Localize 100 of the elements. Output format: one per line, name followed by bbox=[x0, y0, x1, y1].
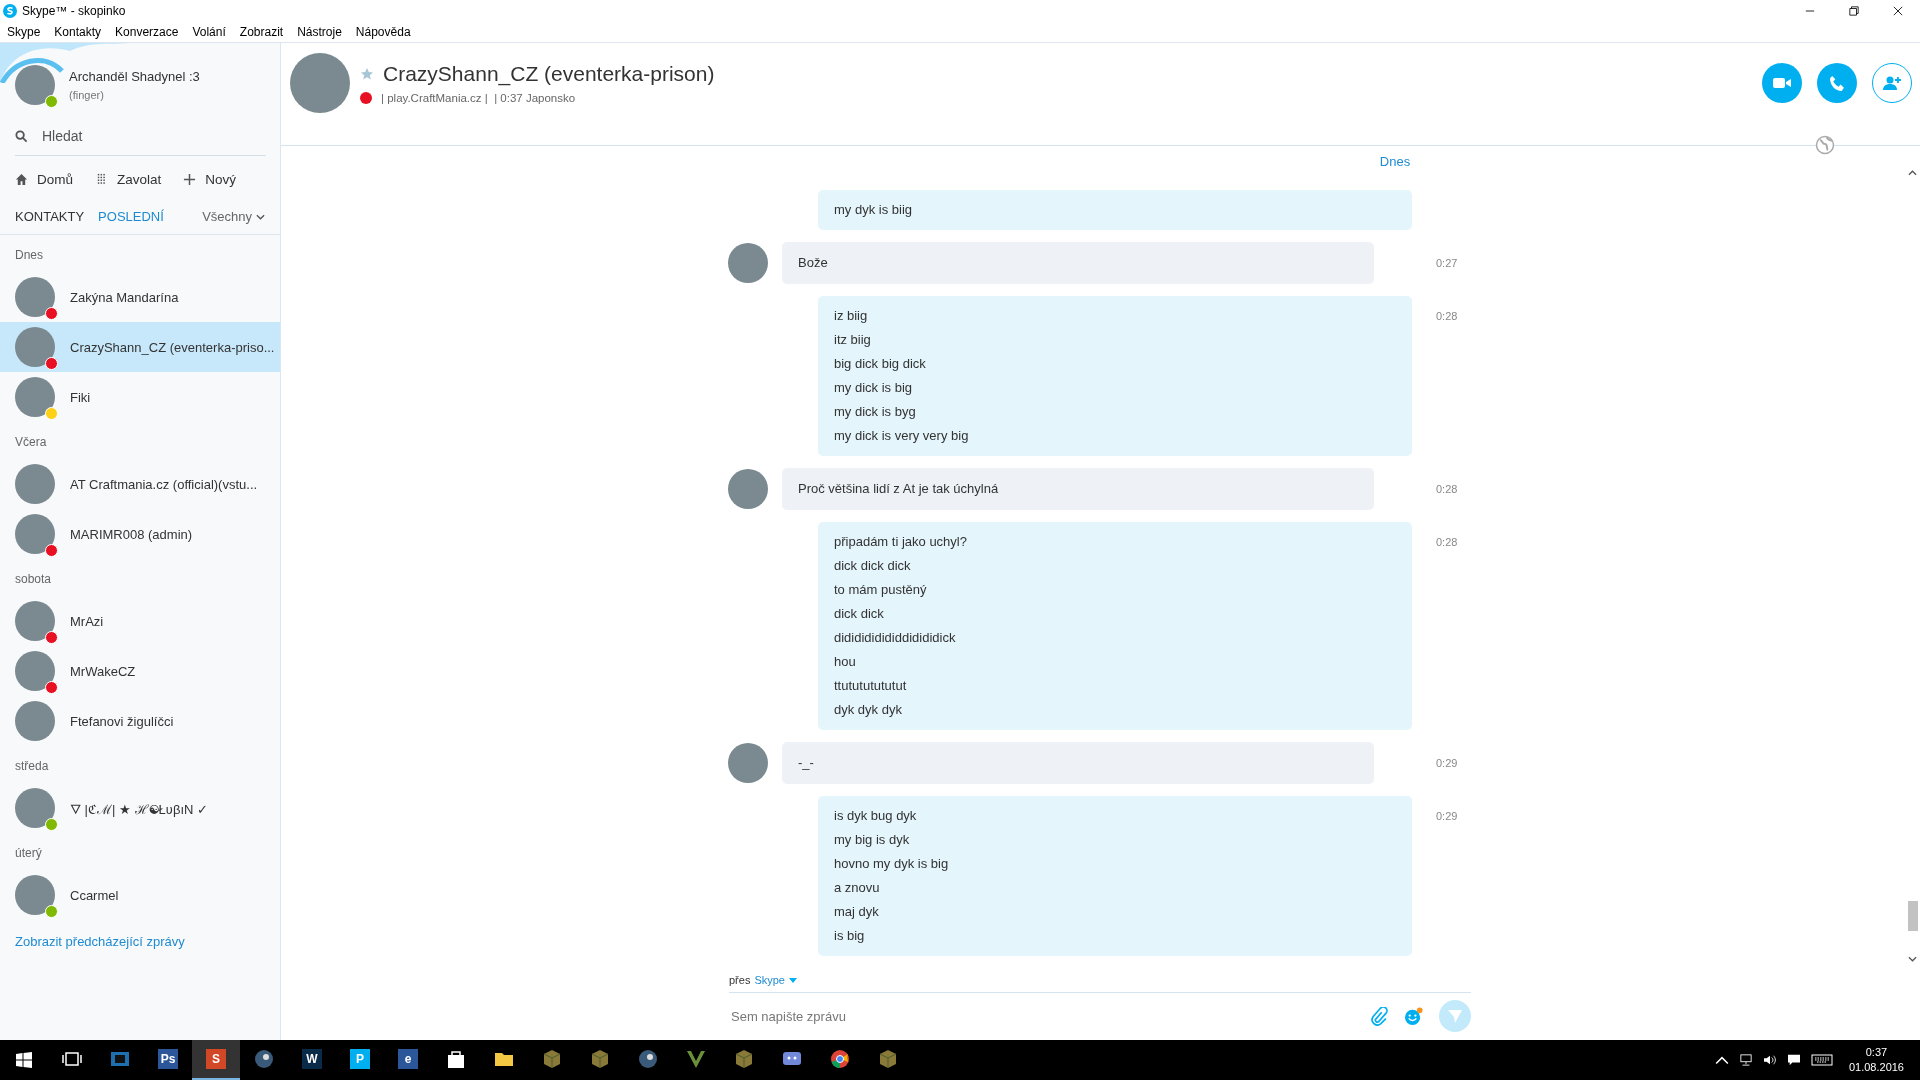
avatar-photo bbox=[15, 701, 55, 741]
avatar-photo[interactable] bbox=[15, 65, 55, 105]
menu-item[interactable]: Kontakty bbox=[54, 25, 102, 39]
taskbar-app[interactable]: Ps bbox=[144, 1040, 192, 1080]
message-text: hovno my dyk is big bbox=[834, 855, 950, 873]
tab[interactable]: POSLEDNÍ bbox=[98, 209, 164, 224]
contact-item[interactable]: MARIMR008 (admin) bbox=[0, 509, 280, 559]
message-text: ttutututututut bbox=[834, 677, 908, 695]
show-previous-link[interactable]: Zobrazit předcházející zprávy bbox=[0, 920, 280, 963]
cube-icon bbox=[734, 1049, 754, 1069]
contact-item[interactable]: Zakýna Mandarína bbox=[0, 272, 280, 322]
keyboard-icon[interactable] bbox=[1810, 1054, 1833, 1066]
day-label: úterý bbox=[14, 845, 43, 862]
contact-item[interactable]: Ftefanovi žigulíčci bbox=[0, 696, 280, 746]
mood-message: (finger) bbox=[69, 89, 105, 101]
tab[interactable]: KONTAKTY bbox=[15, 209, 85, 224]
menu-item[interactable]: Nástroje bbox=[297, 25, 342, 39]
search-icon bbox=[15, 129, 28, 143]
message-text: my dick is big bbox=[834, 379, 914, 397]
contact-item[interactable]: Ccarmel bbox=[0, 870, 280, 920]
taskbar-app[interactable]: e bbox=[384, 1040, 432, 1080]
contact-item[interactable]: 🜄 |ℭℳ| ★ ℋ☯ŁʋβıN ✓ bbox=[0, 783, 280, 833]
message-text: dick dick dick bbox=[834, 557, 912, 575]
network-icon[interactable] bbox=[1738, 1054, 1753, 1066]
message-text: my dick is very very big bbox=[834, 427, 970, 445]
avatar-photo bbox=[728, 243, 768, 283]
conversation-title: CrazyShann_CZ (eventerka-prison) bbox=[383, 62, 715, 86]
add-person-icon bbox=[1882, 75, 1902, 91]
chevron-down-icon bbox=[256, 213, 265, 220]
message-time: 0:29 bbox=[1436, 757, 1458, 769]
nav-button[interactable]: Zavolat bbox=[95, 172, 162, 187]
message-text: itz biig bbox=[834, 331, 872, 349]
contact-item[interactable]: CrazyShann_CZ (eventerka-priso... bbox=[0, 322, 280, 372]
day-label: Včera bbox=[14, 434, 48, 451]
cube-icon bbox=[878, 1049, 898, 1069]
message-time: 0:27 bbox=[1436, 257, 1458, 269]
speaker-icon[interactable] bbox=[1762, 1054, 1777, 1066]
message-text: a znovu bbox=[834, 879, 881, 897]
day-label: sobota bbox=[14, 571, 53, 588]
nav-button[interactable]: Domů bbox=[15, 172, 73, 187]
disc-icon bbox=[638, 1049, 658, 1069]
clock-date[interactable]: 01.08.2016 bbox=[1848, 1060, 1904, 1075]
nav-button[interactable]: Nový bbox=[183, 172, 237, 187]
message-text: připadám ti jako uchyl? bbox=[834, 533, 968, 551]
caret-icon bbox=[789, 977, 797, 983]
home-icon bbox=[15, 173, 28, 186]
search-field[interactable]: Hledat bbox=[40, 127, 244, 145]
clock-time[interactable]: 0:37 bbox=[1865, 1045, 1888, 1060]
message-text: dyk dyk dyk bbox=[834, 701, 903, 719]
day-label: Dnes bbox=[14, 247, 44, 264]
chevron-up-icon[interactable] bbox=[1714, 1054, 1729, 1066]
dialpad-icon bbox=[95, 173, 108, 186]
message-text: my dick is byg bbox=[834, 403, 917, 421]
avatar-photo bbox=[15, 464, 55, 504]
v-logo-icon bbox=[686, 1049, 706, 1069]
menu-item[interactable]: Zobrazit bbox=[239, 25, 284, 39]
contact-item[interactable]: AT Craftmania.cz (official)(vstu... bbox=[0, 459, 280, 509]
paperclip-icon[interactable] bbox=[1369, 1006, 1388, 1026]
day-label: středa bbox=[14, 758, 50, 775]
disc-icon bbox=[254, 1049, 274, 1069]
message-text: is big bbox=[834, 927, 866, 945]
contact-item[interactable]: MrAzi bbox=[0, 596, 280, 646]
cube-icon bbox=[590, 1049, 610, 1069]
taskbar-app[interactable]: W bbox=[288, 1040, 336, 1080]
menu-item[interactable]: Nápověda bbox=[355, 25, 411, 39]
profile-name[interactable]: Archanděl Shadynel :3 bbox=[69, 69, 200, 84]
browser-icon bbox=[830, 1049, 850, 1069]
shopping-bag-icon bbox=[446, 1049, 466, 1069]
message-text: hou bbox=[834, 653, 857, 671]
avatar-photo bbox=[728, 469, 768, 509]
avatar-photo bbox=[728, 743, 768, 783]
menu-item[interactable]: Volání bbox=[192, 25, 226, 39]
message-text: is dyk bug dyk bbox=[834, 807, 918, 825]
phone-icon bbox=[1828, 74, 1846, 92]
plus-icon bbox=[183, 173, 197, 186]
scrollbar-thumb[interactable] bbox=[1908, 901, 1918, 931]
menu-item[interactable]: Skype bbox=[7, 25, 41, 39]
service-dropdown[interactable]: Skype bbox=[754, 974, 797, 986]
task-view-icon bbox=[62, 1049, 82, 1069]
scroll-up-icon[interactable] bbox=[1908, 170, 1917, 176]
message-text: iz biig bbox=[834, 307, 869, 325]
filter-dropdown[interactable]: Všechny bbox=[202, 209, 265, 224]
menu-item[interactable]: Konverzace bbox=[115, 25, 179, 39]
send-arrow-icon bbox=[1447, 1008, 1463, 1024]
message-text: dididididididdidididick bbox=[834, 629, 957, 647]
message-text: Proč většina lidí z At je tak úchylná bbox=[798, 480, 1000, 498]
mood-message: | play.CraftMania.cz | | 0:37 Japonsko bbox=[381, 92, 576, 104]
message-text: my big is dyk bbox=[834, 831, 911, 849]
message-time: 0:28 bbox=[1436, 536, 1458, 548]
star-icon[interactable] bbox=[360, 67, 374, 81]
contact-item[interactable]: Fiki bbox=[0, 372, 280, 422]
message-text: Bože bbox=[798, 254, 829, 272]
message-text: -_- bbox=[798, 754, 815, 772]
contact-item[interactable]: MrWakeCZ bbox=[0, 646, 280, 696]
notification-icon[interactable] bbox=[1786, 1054, 1801, 1066]
message-time: 0:28 bbox=[1436, 483, 1458, 495]
scroll-down-icon[interactable] bbox=[1908, 956, 1917, 962]
taskbar-app[interactable]: S bbox=[192, 1040, 240, 1080]
message-text: to mám pustěný bbox=[834, 581, 928, 599]
avatar-photo[interactable] bbox=[290, 53, 350, 113]
